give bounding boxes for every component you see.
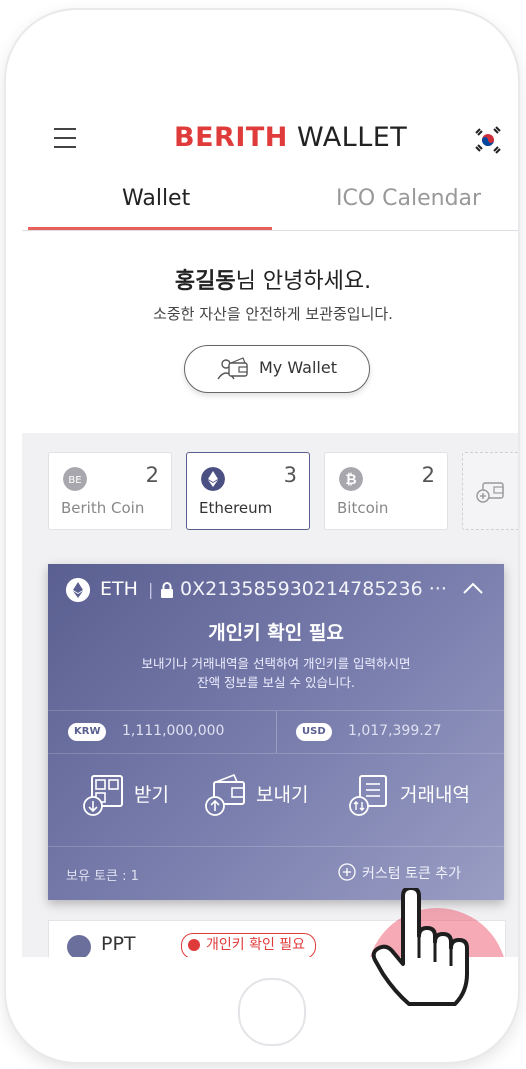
wallet-actions: 받기 보내기 거래내역: [48, 764, 504, 828]
logo-suffix-text: WALLET: [296, 122, 408, 153]
user-name: 홍길동: [174, 269, 236, 294]
ppt-symbol: PPT: [101, 933, 136, 955]
send-label: 보내기: [256, 784, 309, 806]
logo-brand-text: BERITH: [174, 122, 288, 153]
private-key-warning-text: 보내기나 거래내역을 선택하여 개인키를 입력하시면 잔액 정보를 보실 수 있…: [48, 654, 504, 692]
ethereum-wallet-panel: ETH | 0X213585930214785236 ··· 개인키 확인 필요…: [48, 564, 504, 900]
send-button[interactable]: 보내기: [204, 772, 334, 816]
app-header: BERITH WALLET: [22, 102, 518, 176]
divider: [276, 711, 277, 753]
coin-count: 2: [145, 463, 159, 487]
tab-ico-calendar[interactable]: ICO Calendar: [336, 186, 481, 211]
pointing-hand-icon: [371, 888, 469, 1006]
phone-frame: BERITH WALLET Wallet ICO Calendar 홍길동님 안…: [6, 10, 518, 1062]
my-wallet-button[interactable]: My Wallet: [184, 345, 370, 393]
coin-symbol: ETH: [100, 578, 138, 600]
hamburger-menu-icon[interactable]: [54, 128, 76, 148]
transaction-history-button[interactable]: 거래내역: [348, 772, 498, 816]
greeting-title: 홍길동님 안녕하세요.: [22, 263, 518, 295]
svg-text:₿: ₿: [345, 472, 356, 488]
active-tab-indicator: [28, 227, 272, 230]
balance-row: KRW 1,111,000,000 USD 1,017,399.27: [48, 710, 504, 754]
wallet-send-icon: [205, 773, 245, 816]
greeting-section: 홍길동님 안녕하세요. 소중한 자산을 안전하게 보관중입니다. My Wall…: [22, 231, 518, 433]
receive-button[interactable]: 받기: [82, 772, 192, 816]
wallet-address[interactable]: 0X213585930214785236 ···: [180, 578, 447, 600]
ppt-token-icon: [67, 935, 91, 957]
greeting-suffix: 님 안녕하세요.: [235, 269, 372, 294]
ethereum-icon: [66, 578, 90, 602]
coin-card-berith[interactable]: BE 2 Berith Coin: [48, 452, 172, 530]
coin-card-ethereum[interactable]: 3 Ethereum: [186, 452, 310, 530]
user-wallet-icon: [217, 357, 248, 380]
warning-line: 보내기나 거래내역을 선택하여 개인키를 입력하시면: [141, 656, 411, 671]
add-wallet-icon: [476, 482, 504, 503]
coin-name: Bitcoin: [337, 499, 389, 517]
transaction-history-icon: [349, 775, 387, 816]
coin-name: Berith Coin: [61, 499, 145, 517]
warning-line: 잔액 정보를 보실 수 있습니다.: [197, 675, 355, 690]
bitcoin-icon: ₿: [339, 467, 363, 491]
transaction-history-label: 거래내역: [400, 784, 470, 806]
coin-count: 3: [283, 463, 297, 487]
private-key-warning-title: 개인키 확인 필요: [208, 622, 344, 644]
svg-text:BE: BE: [68, 475, 81, 486]
add-wallet-card[interactable]: [462, 452, 518, 530]
qr-receive-icon: [83, 775, 123, 816]
receive-label: 받기: [134, 784, 169, 806]
app-logo: BERITH WALLET: [174, 122, 407, 153]
home-button[interactable]: [238, 978, 306, 1046]
ethereum-icon: [201, 467, 225, 491]
add-custom-token-label: 커스텀 토큰 추가: [362, 866, 462, 882]
coin-name: Ethereum: [199, 499, 273, 517]
chevron-up-icon[interactable]: [462, 580, 484, 596]
tab-bar: Wallet ICO Calendar: [22, 176, 518, 231]
lock-icon: [161, 582, 173, 598]
coin-selector: BE 2 Berith Coin 3 Ethereum ₿ 2 Bitcoin: [22, 434, 518, 542]
private-key-warning-badge: 개인키 확인 필요: [181, 933, 317, 957]
berith-coin-icon: BE: [63, 467, 87, 491]
usd-balance: 1,017,399.27: [348, 723, 442, 739]
tab-wallet[interactable]: Wallet: [122, 186, 190, 211]
my-wallet-label: My Wallet: [259, 358, 337, 377]
app-screen: BERITH WALLET Wallet ICO Calendar 홍길동님 안…: [22, 102, 518, 957]
korea-flag-icon[interactable]: [474, 126, 502, 154]
plus-circle-icon: [338, 863, 356, 881]
greeting-subtitle: 소중한 자산을 안전하게 보관중입니다.: [153, 305, 393, 323]
coin-count: 2: [421, 463, 435, 487]
krw-badge: KRW: [68, 723, 107, 741]
separator: |: [148, 580, 154, 599]
holding-token-count: 보유 토큰 : 1: [66, 869, 139, 884]
usd-badge: USD: [296, 723, 332, 741]
krw-balance: 1,111,000,000: [122, 723, 225, 739]
coin-card-bitcoin[interactable]: ₿ 2 Bitcoin: [324, 452, 448, 530]
